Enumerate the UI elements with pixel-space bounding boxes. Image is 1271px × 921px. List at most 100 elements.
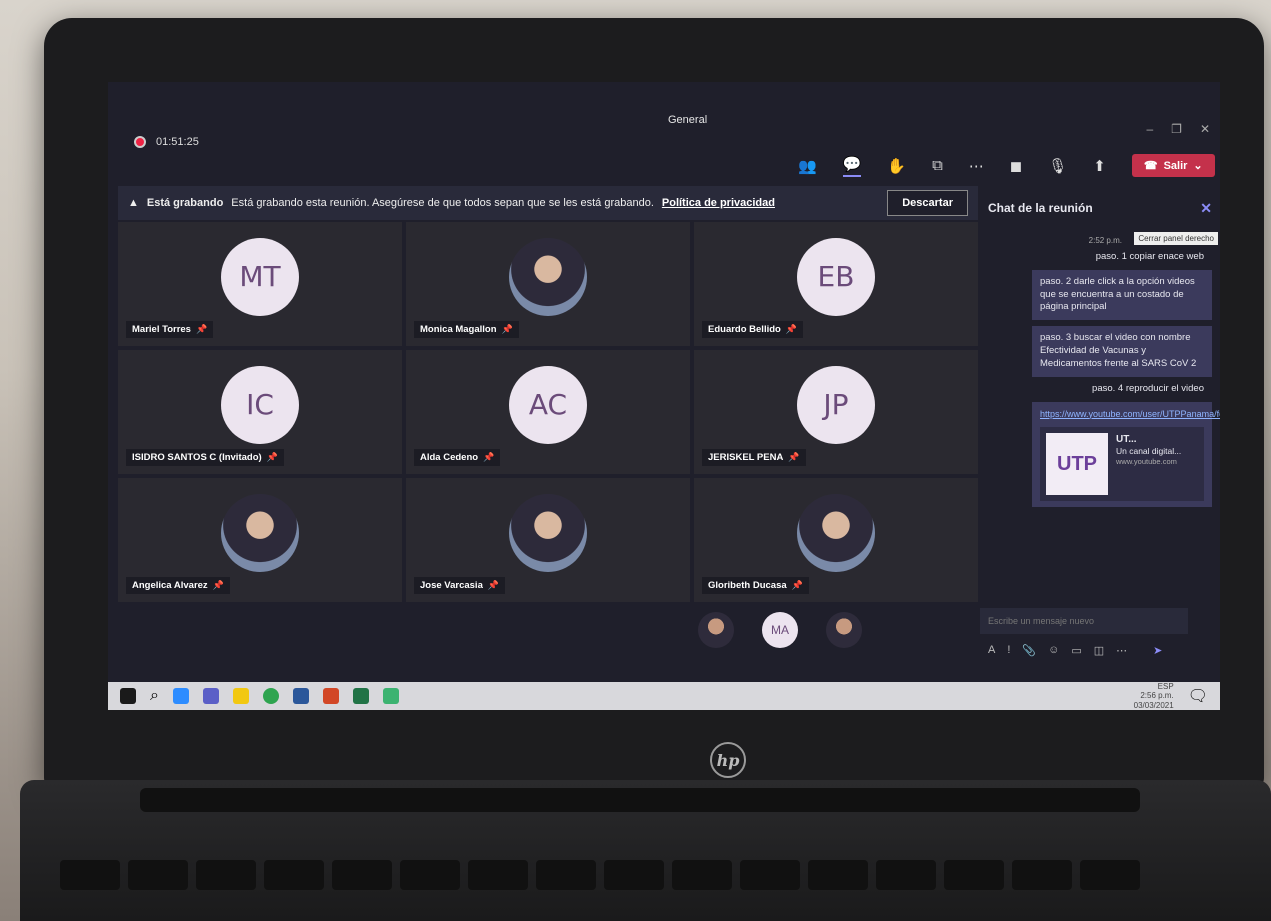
close-icon[interactable]: ✕ [1200, 200, 1212, 217]
key [264, 860, 324, 890]
zoom-icon[interactable] [172, 688, 189, 704]
meeting-toolbar: 👥 💬 ✋ ⧉ ⋯ ◼ 🎙 ⬆ ☎ Salir ⌄ [798, 154, 1215, 177]
key [808, 860, 868, 890]
participant-tile[interactable]: IC ISIDRO SANTOS C (Invitado) 📌 [118, 350, 402, 474]
chat-message: paso. 4 reproducir el video [1092, 382, 1204, 394]
chat-title: Chat de la reunión [988, 201, 1093, 215]
chat-message: paso. 1 copiar enace web [1095, 251, 1204, 262]
participant-tile[interactable]: JP JERISKEL PENA 📌 [694, 350, 978, 474]
chat-message: paso. 2 darle click a la opción videos q… [1032, 269, 1212, 321]
tooltip: Cerrar panel derecho [1134, 232, 1218, 245]
rooms-icon[interactable]: ⧉ [932, 157, 943, 174]
participant-name: JERISKEL PENA 📌 [702, 449, 806, 466]
key [944, 860, 1004, 890]
attach-icon[interactable]: 📎 [1022, 644, 1036, 657]
participant-tile[interactable]: MT Mariel Torres 📌 [118, 222, 402, 346]
lang-indicator: ESP [1157, 681, 1174, 691]
name-text: Angelica Alvarez [132, 580, 208, 591]
avatar [509, 237, 587, 316]
chat-message: paso. 3 buscar el video con nombre Efect… [1032, 326, 1212, 377]
participant-name: ISIDRO SANTOS C (Invitado) 📌 [126, 449, 284, 466]
folder-icon[interactable] [232, 688, 249, 704]
video-grid: MT Mariel Torres 📌 Monica Magallon 📌 EB Ed… [118, 222, 978, 602]
recording-banner: ▲ Está grabando Está grabando esta reuni… [118, 186, 978, 220]
participant-name: Mariel Torres 📌 [126, 321, 214, 338]
participant-name: Jose Varcasia 📌 [414, 577, 506, 594]
avatar: EB [797, 237, 875, 316]
participant-tile[interactable]: EB Eduardo Bellido 📌 [694, 222, 978, 346]
pin-icon: 📌 [195, 324, 208, 334]
participant-tile[interactable]: Jose Varcasia 📌 [406, 478, 690, 602]
avatar [221, 493, 299, 572]
participant-name: Gloribeth Ducasa 📌 [702, 577, 809, 594]
important-icon[interactable]: ! [1007, 644, 1010, 657]
share-icon[interactable]: ⬆ [1093, 157, 1106, 175]
leave-button[interactable]: ☎ Salir ⌄ [1131, 154, 1215, 177]
reactions-icon[interactable]: ✋ [887, 157, 906, 175]
chat-messages: 2:52 p.m. paso. 1 copiar enace web paso.… [980, 230, 1220, 513]
windows-taskbar: ⌕ ESP 2:56 p.m. 03/03/2021 🗨 [108, 682, 1220, 710]
more-options-icon[interactable]: ⋯ [1116, 644, 1127, 657]
participant-tile[interactable]: Monica Magallon 📌 [406, 222, 690, 346]
strip-avatar[interactable] [826, 612, 862, 648]
system-clock[interactable]: ESP 2:56 p.m. 03/03/2021 [1134, 682, 1174, 710]
privacy-link[interactable]: Política de privacidad [662, 197, 775, 209]
participant-tile[interactable]: Angelica Alvarez 📌 [118, 478, 402, 602]
app-icon[interactable] [382, 688, 399, 704]
notification-icon[interactable]: 🗨 [1188, 686, 1208, 706]
key [1080, 860, 1140, 890]
key [740, 860, 800, 890]
format-icon[interactable]: A [988, 644, 995, 657]
minimize-button[interactable]: – [1146, 122, 1153, 136]
youtube-link[interactable]: https://www.youtube.com/user/UTPPanama/f… [1040, 409, 1220, 419]
camera-off-icon[interactable]: ◼ [1010, 157, 1022, 175]
strip-avatar[interactable]: MA [762, 612, 798, 648]
recording-timer: 01:51:25 [134, 136, 199, 148]
chat-header: Chat de la reunión ✕ [980, 186, 1220, 230]
pin-icon: 📌 [266, 452, 278, 462]
emoji-icon[interactable]: ☺ [1048, 644, 1059, 657]
teams-screen: General – ❐ ✕ 01:51:25 👥 💬 ✋ ⧉ ⋯ ◼ 🎙 ⬆ ☎… [108, 82, 1220, 710]
pin-icon: 📌 [791, 580, 803, 590]
dismiss-button[interactable]: Descartar [887, 190, 968, 216]
key [468, 860, 528, 890]
excel-icon[interactable] [352, 688, 369, 704]
teams-icon[interactable] [202, 688, 219, 704]
name-text: JERISKEL PENA [708, 452, 784, 463]
avatar [797, 493, 875, 572]
avatar: AC [509, 365, 587, 444]
utp-logo: UTP [1046, 433, 1108, 496]
key [128, 860, 188, 890]
pin-icon: 📌 [483, 452, 495, 462]
participant-tile[interactable]: Gloribeth Ducasa 📌 [694, 478, 978, 602]
chat-icon[interactable]: 💬 [842, 155, 862, 177]
gif-icon[interactable]: ▭ [1071, 644, 1081, 657]
phone-icon: ☎ [1143, 160, 1158, 172]
participant-tile[interactable]: AC Alda Cedeno 📌 [406, 350, 690, 474]
message-timestamp: 2:52 p.m. [1088, 236, 1122, 245]
windows-start-icon[interactable] [120, 688, 136, 704]
powerpoint-icon[interactable] [322, 688, 339, 704]
participants-icon[interactable]: 👥 [798, 157, 817, 175]
maximize-button[interactable]: ❐ [1171, 122, 1182, 136]
link-preview-card[interactable]: UTP UT... Un canal digital... www.youtub… [1040, 427, 1204, 502]
sticker-icon[interactable]: ◫ [1094, 644, 1104, 657]
chrome-icon[interactable] [262, 688, 279, 704]
word-icon[interactable] [292, 688, 309, 704]
pin-icon: 📌 [501, 324, 513, 334]
avatar: IC [221, 365, 299, 444]
send-icon[interactable]: ➤ [1153, 644, 1162, 657]
search-icon[interactable]: ⌕ [150, 687, 159, 705]
participant-strip: MA [698, 612, 862, 648]
mic-off-icon[interactable]: 🎙 [1048, 157, 1067, 175]
message-input[interactable] [980, 608, 1188, 634]
pin-icon: 📌 [785, 324, 798, 334]
banner-title: Está grabando [146, 197, 224, 209]
strip-avatar[interactable] [698, 612, 734, 648]
participant-name: Alda Cedeno 📌 [414, 449, 501, 466]
chat-link-message: https://www.youtube.com/user/UTPPanama/f… [1032, 401, 1220, 508]
more-icon[interactable]: ⋯ [969, 157, 984, 175]
key [672, 860, 732, 890]
chevron-down-icon: ⌄ [1193, 160, 1203, 172]
close-window-button[interactable]: ✕ [1200, 122, 1210, 136]
